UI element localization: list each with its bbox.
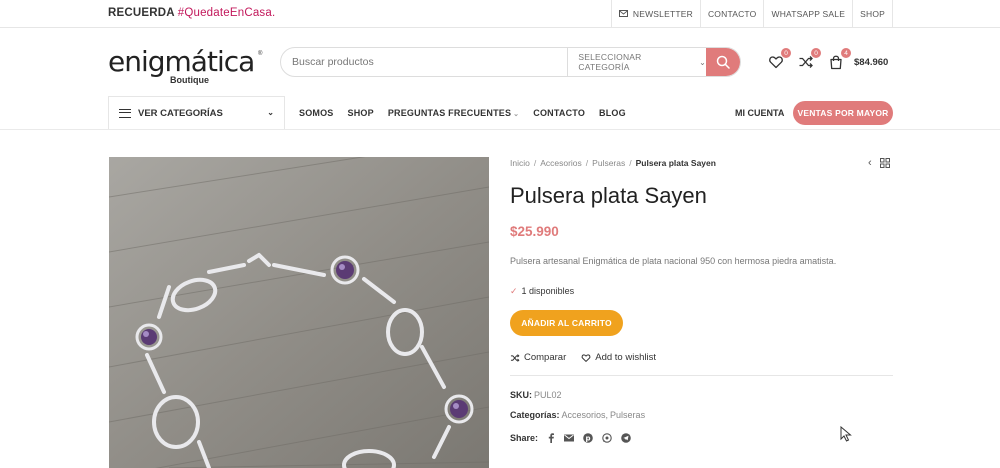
top-bar: RECUERDA #QuedateEnCasa. NEWSLETTER CONT… [0,0,1000,28]
wishlist-label: Add to wishlist [595,352,656,363]
shuffle-icon [510,353,520,362]
top-link-label: WHATSAPP SALE [771,8,846,19]
cart-button[interactable]: 4 [828,48,851,70]
product-image[interactable] [109,157,489,468]
email-icon[interactable] [564,434,575,442]
logo-wordmark: enigmática [108,45,255,78]
top-links: NEWSLETTER CONTACTO WHATSAPP SALE SHOP [610,0,893,27]
wishlist-button[interactable]: 0 [768,48,791,70]
telegram-icon[interactable] [621,433,631,443]
menu-icon [119,108,131,118]
envelope-icon [618,10,628,17]
chevron-left-icon[interactable]: ‹ [868,157,872,169]
menu-item-preguntas-frecuentes[interactable]: PREGUNTAS FRECUENTES ⌄ [388,108,519,118]
svg-text:p: p [586,435,591,443]
my-account-link[interactable]: MI CUENTA [735,108,784,118]
product-actions: Comparar Add to wishlist [510,352,671,363]
top-link-shop[interactable]: SHOP [852,0,893,27]
product-title: Pulsera plata Sayen [510,183,707,208]
grid-icon[interactable] [879,158,890,168]
search-bar: SELECCIONAR CATEGORÍA ⌄ [280,47,741,77]
share-row: Share: p [510,433,631,443]
menu-item-contacto[interactable]: CONTACTO [533,108,585,118]
wholesale-button[interactable]: VENTAS POR MAYOR [793,101,893,125]
breadcrumb-item[interactable]: Inicio [510,158,530,168]
category-link[interactable]: Accesorios [562,410,606,420]
category-select[interactable]: SELECCIONAR CATEGORÍA ⌄ [567,48,706,76]
top-link-whatsapp-sale[interactable]: WHATSAPP SALE [763,0,852,27]
sku-label: SKU: [510,390,532,400]
menu-item-somos[interactable]: SOMOS [299,108,334,118]
cart-count-badge: 4 [841,48,851,58]
search-button[interactable] [706,48,740,76]
site-logo[interactable]: enigmática Boutique ® [108,45,263,86]
main-nav: VER CATEGORÍAS ⌄ SOMOS SHOP PREGUNTAS FR… [0,96,1000,130]
mouse-cursor-icon [840,426,852,442]
menu-item-label: PREGUNTAS FRECUENTES [387,107,512,118]
add-to-wishlist-link[interactable]: Add to wishlist [581,352,656,363]
breadcrumb-separator: / [585,158,589,168]
promo-hashtag[interactable]: #QuedateEnCasa. [178,7,276,19]
logo-registered-mark: ® [258,51,263,57]
wishlist-count-badge: 0 [781,48,791,58]
product-sku: SKU: PUL02 [510,390,562,400]
top-link-label: SHOP [860,8,885,19]
category-separator: , [605,410,609,420]
breadcrumb-separator: / [533,158,537,168]
product-photo [109,157,489,468]
category-link[interactable]: Pulseras [610,410,645,420]
divider [510,375,893,376]
site-header: enigmática Boutique ® SELECCIONAR CATEGO… [0,28,1000,96]
breadcrumb-item[interactable]: Accesorios [540,158,582,168]
menu-item-blog[interactable]: BLOG [599,108,626,118]
menu-item-shop[interactable]: SHOP [348,108,374,118]
compare-button[interactable]: 0 [798,48,821,70]
promo-text: RECUERDA #QuedateEnCasa. [108,7,275,19]
categories-menu-label: VER CATEGORÍAS [138,107,223,119]
whatsapp-icon[interactable] [602,433,612,443]
compare-label: Comparar [524,352,567,363]
chevron-down-icon: ⌄ [699,57,707,67]
product-price: $25.990 [510,224,559,239]
search-icon [716,55,730,69]
chevron-down-icon: ⌄ [267,108,274,117]
stock-status: ✓ 1 disponibles [510,286,574,297]
categories-label: Categorías: [510,410,560,420]
add-to-cart-button[interactable]: AÑADIR AL CARRITO [510,310,623,336]
main-menu: SOMOS SHOP PREGUNTAS FRECUENTES ⌄ CONTACT… [299,96,640,129]
stock-text: 1 disponibles [521,286,575,296]
top-link-contacto[interactable]: CONTACTO [699,0,764,27]
categories-menu-button[interactable]: VER CATEGORÍAS ⌄ [108,96,285,129]
cart-total[interactable]: $84.960 [854,57,888,68]
product-navigation: ‹ [868,157,890,169]
share-label: Share: [510,433,539,443]
compare-link[interactable]: Comparar [510,352,566,363]
top-link-label: NEWSLETTER [632,8,693,19]
heart-icon [581,353,591,362]
search-input[interactable] [281,48,568,76]
breadcrumb-item[interactable]: Pulseras [592,158,625,168]
logo-subtitle: Boutique [170,75,209,85]
top-link-newsletter[interactable]: NEWSLETTER [610,0,700,27]
product-categories: Categorías: Accesorios, Pulseras [510,410,645,420]
product-description: Pulsera artesanal Enigmática de plata na… [510,256,837,266]
top-link-label: CONTACTO [707,8,757,19]
breadcrumb-current: Pulsera plata Sayen [635,158,716,168]
chevron-down-icon: ⌄ [513,110,520,118]
category-select-label: SELECCIONAR CATEGORÍA [578,52,642,72]
breadcrumb-separator: / [629,158,632,168]
breadcrumb: Inicio / Accesorios / Pulseras / Pulsera plata… [510,158,716,168]
facebook-icon[interactable] [547,433,555,443]
promo-prefix: RECUERDA [108,7,178,19]
pinterest-icon[interactable]: p [583,433,593,443]
checkmark-icon: ✓ [510,286,518,296]
header-icons: 0 0 4 $84.960 [768,48,888,74]
sku-value: PUL02 [534,390,562,400]
compare-count-badge: 0 [811,48,821,58]
